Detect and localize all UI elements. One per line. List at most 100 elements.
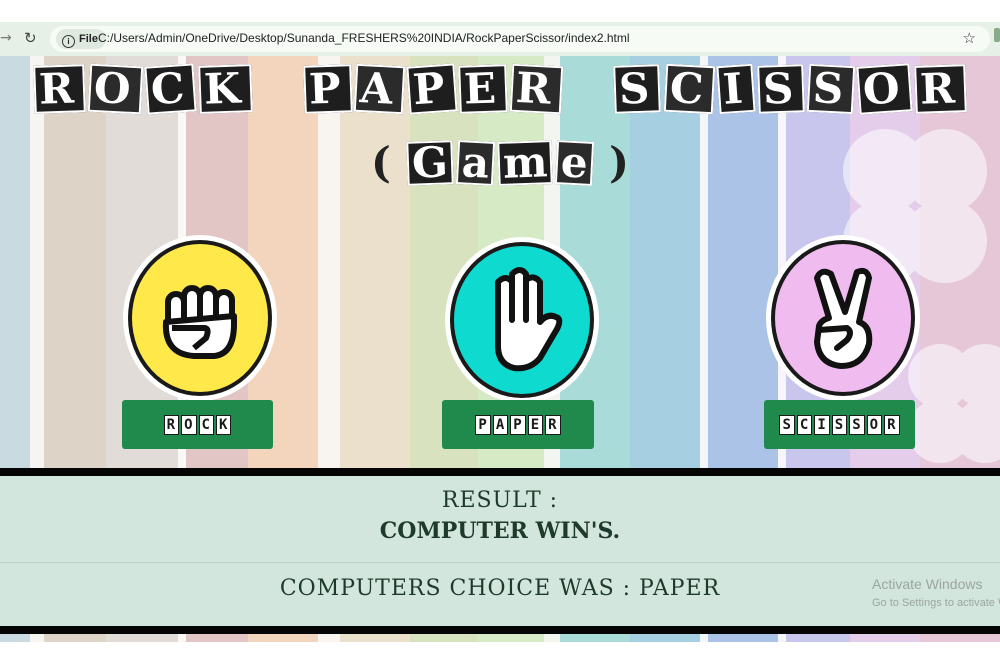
background-stripe <box>186 634 248 642</box>
button-letter-tile: S <box>831 414 848 435</box>
title-letter-tile: K <box>198 63 253 114</box>
background-stripe <box>44 634 106 642</box>
button-letter-tile: O <box>866 414 883 435</box>
title-letter-tile: R <box>33 63 86 114</box>
title-letter-tile: P <box>302 63 352 114</box>
button-letter-tile: C <box>796 414 813 435</box>
forward-arrow-icon[interactable]: → <box>0 30 14 46</box>
background-stripe <box>0 634 30 642</box>
background-stripe <box>700 56 708 468</box>
background-stripe <box>0 56 30 468</box>
clover-decoration <box>908 344 1000 463</box>
background-stripe <box>30 634 44 642</box>
background-stripe <box>778 634 786 642</box>
button-letter-tile: I <box>814 414 830 435</box>
title-letter-tile: E <box>458 63 509 114</box>
rock-button-label: ROCK <box>163 414 233 435</box>
title-letter-tile: R <box>914 63 967 114</box>
background-stripe <box>630 634 700 642</box>
title-letter-tile: P <box>406 63 457 115</box>
background-stripe <box>920 634 1000 642</box>
extension-icon[interactable] <box>994 28 1000 42</box>
title-word: PAPER <box>302 63 565 115</box>
bookmark-star-icon[interactable]: ☆ <box>963 29 976 47</box>
address-bar[interactable]: i File C:/Users/Admin/OneDrive/Desktop/Su… <box>50 26 990 52</box>
fist-icon <box>162 285 237 359</box>
paper-choice-circle[interactable] <box>450 242 594 398</box>
background-stripe <box>410 634 478 642</box>
background-stripe <box>106 634 178 642</box>
victory-hand-icon <box>814 267 873 369</box>
title-letter-tile: O <box>856 63 913 115</box>
button-letter-tile: K <box>215 414 232 435</box>
subtitle-letter-tile: m <box>497 137 554 188</box>
button-letter-tile: C <box>198 414 214 435</box>
title-letter-tile: S <box>806 63 856 115</box>
button-letter-tile: S <box>779 414 795 435</box>
scissor-button[interactable]: SCISSOR <box>764 400 915 449</box>
subtitle-letter-tile: a <box>455 137 496 188</box>
title-letter-tile: A <box>353 63 405 115</box>
computer-choice-text: COMPUTERS CHOICE WAS : PAPER <box>279 576 721 601</box>
background-stripe <box>30 56 44 468</box>
result-bottom-border <box>0 626 1000 634</box>
title-letter-tile: O <box>87 63 143 115</box>
result-divider <box>0 562 1000 563</box>
background-stripe <box>318 634 340 642</box>
background-stripe <box>700 634 708 642</box>
url-text[interactable]: C:/Users/Admin/OneDrive/Desktop/Sunanda_… <box>98 31 630 45</box>
rock-choice-circle[interactable] <box>128 240 272 396</box>
result-panel: RESULT : COMPUTER WIN'S. COMPUTERS CHOIC… <box>0 476 1000 626</box>
button-letter-tile: O <box>181 414 197 435</box>
subtitle-letter-tile: G <box>406 137 454 188</box>
paper-button-label: PAPER <box>474 414 561 435</box>
bottom-background-strip <box>0 634 1000 642</box>
activate-windows-subtitle: Go to Settings to activate W <box>872 597 1000 609</box>
reload-icon[interactable]: ↻ <box>24 29 37 47</box>
rock-button[interactable]: ROCK <box>122 400 273 449</box>
browser-toolbar: → ↻ i File C:/Users/Admin/OneDrive/Deskto… <box>0 22 1000 56</box>
button-letter-tile: R <box>545 414 561 435</box>
title-word: ROCK <box>32 63 253 115</box>
scissor-choice-circle[interactable] <box>771 240 915 396</box>
background-stripe <box>248 634 318 642</box>
info-icon: i <box>62 35 75 48</box>
paper-button[interactable]: PAPER <box>442 400 594 449</box>
button-letter-tile: R <box>884 414 900 435</box>
open-hand-icon <box>495 267 563 372</box>
title-letter-tile: S <box>756 63 805 114</box>
background-stripe <box>340 56 410 468</box>
background-stripe <box>850 634 920 642</box>
title-word: SCISSOR <box>612 63 968 115</box>
game-stage: ROCKPAPERSCISSOR (Ga m e) ROCK P A P E R… <box>0 56 1000 468</box>
background-stripe <box>708 634 778 642</box>
background-stripe <box>786 634 850 642</box>
result-text: COMPUTER WIN'S. <box>379 518 621 544</box>
file-label: File <box>79 33 98 45</box>
game-subtitle: (Ga m e) <box>370 137 630 188</box>
button-letter-tile: E <box>527 414 544 435</box>
background-stripe <box>44 56 106 468</box>
game-title: ROCKPAPERSCISSOR <box>0 63 1000 115</box>
result-top-border <box>0 468 1000 476</box>
title-letter-tile: C <box>663 63 716 115</box>
title-letter-tile: I <box>716 63 756 115</box>
background-stripe <box>178 634 186 642</box>
background-stripe <box>478 634 544 642</box>
background-stripe <box>340 634 410 642</box>
title-letter-tile: R <box>510 63 564 115</box>
activate-windows-title: Activate Windows <box>872 576 983 592</box>
button-letter-tile: S <box>849 414 865 435</box>
title-letter-tile: S <box>613 63 662 114</box>
background-stripe <box>318 56 340 468</box>
scissor-button-label: SCISSOR <box>778 414 900 435</box>
button-letter-tile: A <box>492 414 509 435</box>
background-stripe <box>544 634 560 642</box>
button-letter-tile: P <box>475 414 491 435</box>
background-stripe <box>560 634 630 642</box>
button-letter-tile: R <box>163 414 180 435</box>
button-letter-tile: P <box>510 414 526 435</box>
result-heading: RESULT : <box>441 488 559 513</box>
background-stripe <box>630 56 700 468</box>
subtitle-letter-tile: e <box>555 137 595 188</box>
